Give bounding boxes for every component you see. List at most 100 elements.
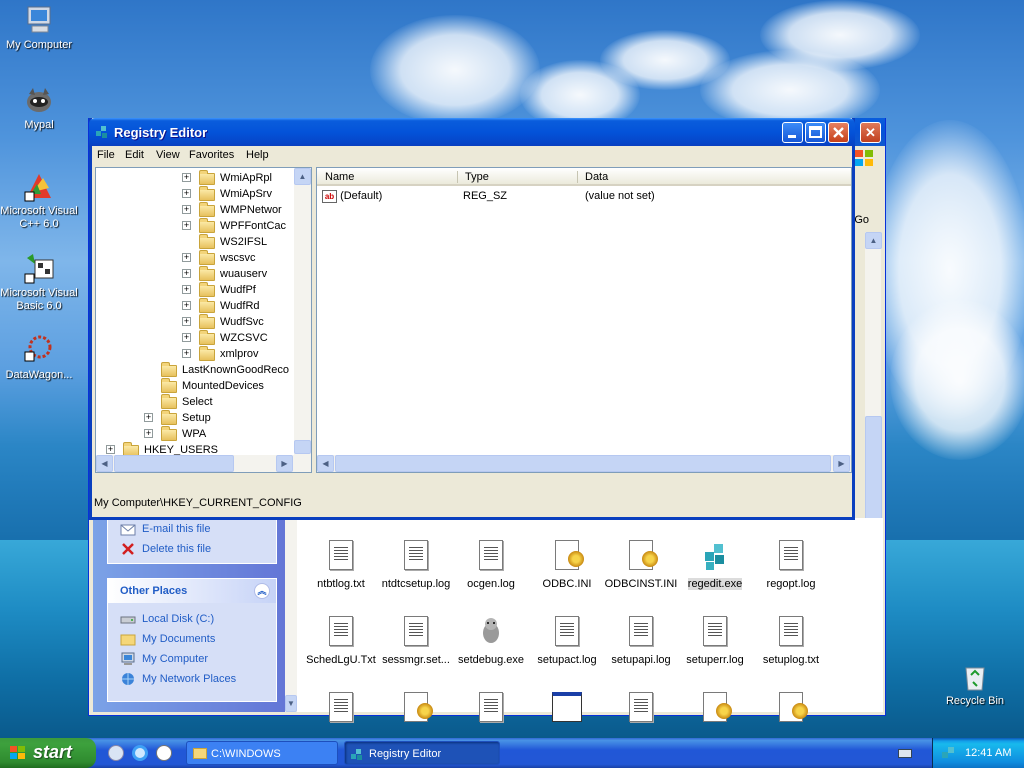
media-player-icon[interactable]	[156, 745, 172, 761]
scroll-thumb[interactable]	[114, 455, 234, 472]
file-item[interactable]: ODBCINST.INI	[603, 540, 679, 590]
menu-help[interactable]: Help	[246, 149, 269, 161]
file-item[interactable]	[677, 692, 753, 730]
column-data[interactable]: Data	[585, 171, 608, 183]
expand-plus-icon[interactable]: +	[182, 173, 191, 182]
file-item[interactable]: setupapi.log	[603, 616, 679, 666]
desktop-icon-datawagon[interactable]: DataWagon...	[0, 334, 78, 382]
start-button[interactable]: start	[0, 738, 96, 768]
scroll-thumb[interactable]	[335, 455, 831, 472]
clock[interactable]: 12:41 AM	[965, 747, 1011, 759]
file-item[interactable]	[603, 692, 679, 730]
my-computer-link[interactable]: My Computer	[108, 649, 276, 669]
file-item[interactable]	[378, 692, 454, 730]
maximize-button[interactable]	[805, 122, 826, 143]
tree-node[interactable]: + wuauserv	[96, 266, 296, 282]
tree-node[interactable]: + WudfPf	[96, 282, 296, 298]
expand-plus-icon[interactable]: +	[182, 333, 191, 342]
expand-plus-icon[interactable]: +	[182, 253, 191, 262]
menu-edit[interactable]: Edit	[125, 149, 144, 161]
file-item[interactable]: ntbtlog.txt	[303, 540, 379, 590]
registry-tree[interactable]: + WmiApRpl + WmiApSrv + WMPNetwor + WPFFontCac W…	[95, 167, 312, 473]
internet-explorer-icon[interactable]	[132, 745, 148, 761]
file-item[interactable]	[753, 692, 829, 730]
file-item[interactable]: SchedLgU.Txt	[303, 616, 379, 666]
taskbar-button-windows[interactable]: C:\WINDOWS	[186, 741, 338, 765]
tree-node[interactable]: + Setup	[96, 410, 296, 426]
file-item[interactable]: regopt.log	[753, 540, 829, 590]
expand-plus-icon[interactable]: +	[144, 413, 153, 422]
file-item[interactable]: ntdtcsetup.log	[378, 540, 454, 590]
close-button[interactable]	[828, 122, 849, 143]
file-item[interactable]: setdebug.exe	[453, 616, 529, 666]
file-item[interactable]: setuplog.txt	[753, 616, 829, 666]
tree-node[interactable]: + WudfSvc	[96, 314, 296, 330]
tree-horizontal-scrollbar[interactable]: ◀ ▶	[96, 455, 311, 472]
explorer-close-button[interactable]: ✕	[860, 122, 881, 143]
tree-node[interactable]: + WmiApSrv	[96, 186, 296, 202]
tree-node[interactable]: + WPA	[96, 426, 296, 442]
tree-node[interactable]: Select	[96, 394, 296, 410]
expand-plus-icon[interactable]: +	[182, 269, 191, 278]
file-item[interactable]	[303, 692, 379, 730]
tree-node[interactable]: LastKnownGoodReco	[96, 362, 296, 378]
desktop-icon-visual-basic[interactable]: Microsoft Visual Basic 6.0	[0, 252, 78, 313]
tree-node[interactable]: MountedDevices	[96, 378, 296, 394]
desktop-icon-mypal[interactable]: Mypal	[0, 84, 78, 132]
file-item[interactable]: ODBC.INI	[529, 540, 605, 590]
file-item[interactable]	[529, 692, 605, 730]
taskbar-button-registry-editor[interactable]: Registry Editor	[344, 741, 500, 765]
expand-plus-icon[interactable]: +	[182, 349, 191, 358]
scroll-right-icon[interactable]: ▶	[276, 455, 293, 472]
desktop-icon-recycle-bin[interactable]: Recycle Bin	[936, 660, 1014, 708]
go-button[interactable]: Go	[854, 214, 869, 226]
tree-node[interactable]: + xmlprov	[96, 346, 296, 362]
minimize-button[interactable]	[782, 122, 803, 143]
my-documents-link[interactable]: My Documents	[108, 629, 276, 649]
menu-view[interactable]: View	[156, 149, 180, 161]
tree-node[interactable]: + WPFFontCac	[96, 218, 296, 234]
expand-plus-icon[interactable]: +	[182, 285, 191, 294]
keyboard-icon[interactable]	[898, 749, 912, 758]
scroll-right-icon[interactable]: ▶	[833, 455, 850, 472]
tree-node[interactable]: + WZCSVC	[96, 330, 296, 346]
tree-node[interactable]: + WMPNetwor	[96, 202, 296, 218]
expand-plus-icon[interactable]: +	[182, 189, 191, 198]
registry-titlebar[interactable]: Registry Editor	[89, 118, 855, 146]
file-item[interactable]	[453, 692, 529, 730]
scroll-up-icon[interactable]: ▲	[294, 168, 311, 185]
registry-editor-window[interactable]: Registry Editor File Edit View Favorites…	[89, 118, 855, 520]
expand-plus-icon[interactable]: +	[182, 221, 191, 230]
column-type[interactable]: Type	[465, 171, 489, 183]
expand-plus-icon[interactable]: +	[144, 429, 153, 438]
scroll-left-icon[interactable]: ◀	[96, 455, 113, 472]
file-list-left-scrollbar[interactable]: ▼	[285, 518, 297, 712]
scroll-thumb[interactable]	[294, 440, 311, 454]
file-item[interactable]: setupact.log	[529, 616, 605, 666]
expand-plus-icon[interactable]: +	[182, 317, 191, 326]
tree-node[interactable]: WS2IFSL	[96, 234, 296, 250]
other-places-header[interactable]: Other Places ︽	[108, 579, 276, 603]
file-item[interactable]: ocgen.log	[453, 540, 529, 590]
scroll-up-icon[interactable]: ▲	[865, 232, 882, 249]
scroll-down-icon[interactable]: ▼	[285, 695, 297, 712]
my-network-places-link[interactable]: My Network Places	[108, 669, 276, 689]
tray-app-icon[interactable]	[941, 745, 957, 761]
local-disk-link[interactable]: Local Disk (C:)	[108, 609, 276, 629]
email-file-link[interactable]: E-mail this file	[108, 519, 276, 539]
delete-file-link[interactable]: Delete this file	[108, 539, 276, 559]
tree-node[interactable]: + WmiApRpl	[96, 170, 296, 186]
menu-file[interactable]: File	[97, 149, 115, 161]
expand-plus-icon[interactable]: +	[182, 205, 191, 214]
expand-plus-icon[interactable]: +	[182, 301, 191, 310]
scroll-left-icon[interactable]: ◀	[317, 455, 334, 472]
tree-vertical-scrollbar[interactable]: ▲ ▼	[294, 168, 311, 472]
menu-favorites[interactable]: Favorites	[189, 149, 234, 161]
values-list[interactable]: Name Type Data ab (Default) REG_SZ (valu…	[316, 167, 852, 473]
file-item[interactable]: setuperr.log	[677, 616, 753, 666]
file-item[interactable]: sessmgr.set...	[378, 616, 454, 666]
tree-node[interactable]: + WudfRd	[96, 298, 296, 314]
values-horizontal-scrollbar[interactable]: ◀ ▶	[317, 455, 851, 472]
column-name[interactable]: Name	[325, 171, 354, 183]
show-desktop-icon[interactable]	[108, 745, 124, 761]
